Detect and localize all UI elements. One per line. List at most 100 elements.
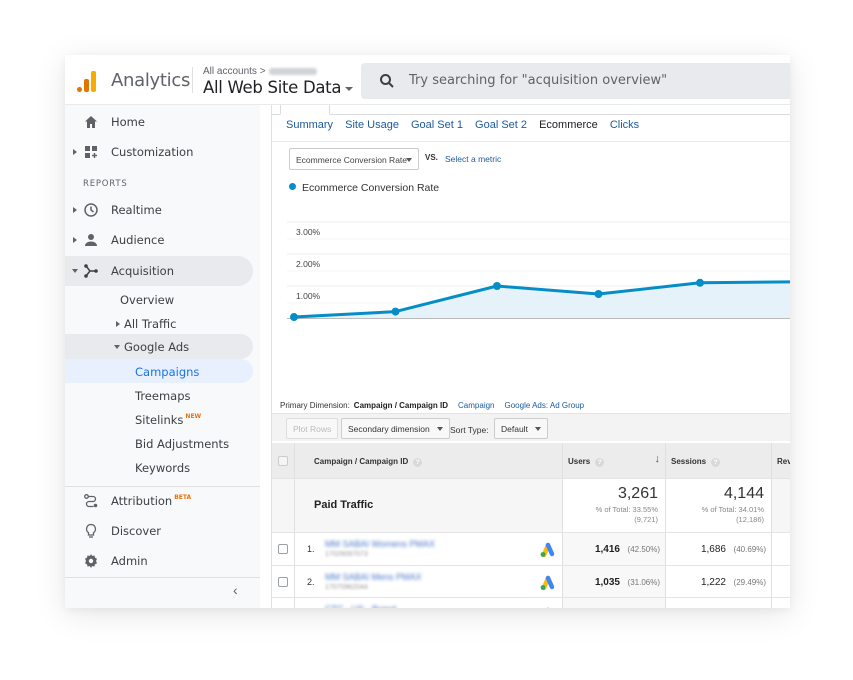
sidebar-item-label: Treemaps (135, 389, 191, 403)
sidebar-item-label: Attribution (111, 494, 173, 508)
metric-select[interactable]: Ecommerce Conversion Rate (289, 148, 419, 170)
campaign-link[interactable]: CTC - US - Brand (325, 604, 396, 608)
subtab-ecommerce[interactable]: Ecommerce (539, 119, 598, 131)
cell: 1,222 (29.49%) (666, 565, 772, 597)
help-icon[interactable]: ? (711, 458, 721, 467)
campaign-link[interactable]: MM SABAI Mens PMAX (325, 572, 422, 582)
summary-label: Paid Traffic (314, 499, 374, 511)
sidebar-item-attribution[interactable]: Attribution BETA (65, 486, 253, 516)
summary-users-sub: % of Total: 33.55% (9,721) (596, 505, 658, 525)
sidebar-item-realtime[interactable]: Realtime (65, 195, 253, 225)
explorer-tab[interactable] (280, 105, 330, 115)
search-input[interactable]: Try searching for "acquisition overview" (361, 63, 790, 99)
collapse-arrow-icon[interactable] (72, 269, 78, 273)
sidebar-item-label: Discover (111, 524, 162, 538)
collapse-sidebar-icon[interactable]: ‹ (233, 582, 238, 598)
sessions-count: 1,686 (700, 544, 726, 555)
users-pct: (42.50%) (627, 545, 660, 554)
gear-icon (85, 554, 97, 568)
column-label: Rev (777, 457, 790, 466)
summary-users-pct: % of Total: 33.55% (595, 505, 658, 514)
sidebar-item-label: Bid Adjustments (135, 437, 230, 451)
sidebar-item-campaigns[interactable]: Campaigns (65, 359, 253, 383)
sidebar-item-discover[interactable]: Discover (65, 516, 253, 546)
expand-arrow-icon[interactable] (73, 237, 77, 243)
select-all-checkbox[interactable] (278, 456, 288, 466)
sidebar-item-bid-adjustments[interactable]: Bid Adjustments (65, 431, 253, 455)
sessions-pct: (29.49%) (733, 577, 766, 587)
sidebar-item-label: Admin (111, 554, 148, 568)
sidebar-item-keywords[interactable]: Keywords (65, 455, 253, 479)
vs-label: VS. (425, 153, 438, 162)
cell: 4,144 % of Total: 34.01% (12,186) (666, 479, 772, 532)
dimension-link-campaign[interactable]: Campaign (458, 401, 494, 410)
expand-arrow-icon[interactable] (116, 321, 120, 327)
column-label: Sessions (671, 457, 707, 466)
y-tick-label: 1.00% (296, 291, 321, 301)
header-campaign[interactable]: Campaign / Campaign ID? (295, 443, 563, 478)
legend-label: Ecommerce Conversion Rate (302, 182, 440, 194)
sidebar-item-sitelinks[interactable]: Sitelinks NEW (65, 407, 253, 431)
lightbulb-icon (85, 523, 97, 538)
cell: 329(9.87%) (563, 598, 666, 608)
caret-down-icon (534, 427, 541, 431)
caret-down-icon (436, 427, 443, 431)
help-icon[interactable]: ? (413, 458, 423, 467)
select-metric-link[interactable]: Select a metric (445, 154, 501, 164)
sidebar-divider (65, 577, 260, 578)
sort-type-value: Default (501, 424, 528, 434)
row-index: 1. (307, 544, 315, 554)
secondary-dimension-label: Secondary dimension (348, 424, 430, 434)
cell: 1,416 (42.50%) (563, 533, 666, 565)
sort-descending-icon[interactable]: ↓ (655, 453, 661, 465)
header-revenue[interactable]: Rev (772, 443, 790, 478)
view-selector[interactable]: All Web Site Data (203, 78, 354, 97)
cell: 1,686 (40.69%) (666, 533, 772, 565)
row-checkbox[interactable] (278, 576, 288, 587)
subtab-summary[interactable]: Summary (286, 119, 333, 131)
line-chart: 3.00%2.00%1.00%...Jun 6Jun 7Jun 8Jun 9J (287, 221, 790, 322)
attribution-icon (84, 494, 98, 508)
collapse-arrow-icon[interactable] (114, 345, 120, 349)
sidebar-item-audience[interactable]: Audience (65, 225, 253, 255)
campaign-id: 17026097073 (325, 551, 368, 558)
summary-sessions-sub: % of Total: 34.01% (12,186) (702, 505, 764, 525)
sort-type-select[interactable]: Default (494, 418, 548, 439)
help-icon[interactable]: ? (595, 458, 605, 467)
expand-arrow-icon[interactable] (73, 149, 77, 155)
sidebar-item-home[interactable]: Home (65, 107, 253, 137)
subtab-goal-set-2[interactable]: Goal Set 2 (475, 119, 527, 131)
subtab-site-usage[interactable]: Site Usage (345, 119, 399, 131)
plot-rows-button[interactable]: Plot Rows (286, 418, 339, 439)
subtab-goal-set-1[interactable]: Goal Set 1 (411, 119, 463, 131)
campaign-id: 17070962044 (325, 583, 368, 591)
sidebar-item-google-ads[interactable]: Google Ads (65, 334, 253, 359)
sidebar-item-admin[interactable]: Admin (65, 546, 253, 576)
dimension-link-ad-group[interactable]: Google Ads: Ad Group (505, 401, 585, 410)
beta-badge: BETA (174, 494, 192, 501)
campaign-link[interactable]: MM SABAI Womens PMAX (325, 539, 435, 549)
secondary-dimension-select[interactable]: Secondary dimension (341, 418, 450, 439)
users-value: 1,416 (42.50%) (595, 544, 660, 555)
header-users[interactable]: Users? ↓ (563, 443, 666, 478)
analytics-logo-icon[interactable] (77, 70, 97, 92)
subtab-clicks[interactable]: Clicks (610, 119, 639, 131)
google-ads-icon (540, 575, 555, 590)
new-badge: NEW (185, 413, 202, 420)
breadcrumb[interactable]: All accounts > (203, 66, 317, 77)
header-sessions[interactable]: Sessions? (666, 443, 772, 478)
sidebar-item-customization[interactable]: Customization (65, 137, 253, 167)
data-point (391, 307, 400, 316)
analytics-window: Analytics All accounts > All Web Site Da… (65, 55, 790, 608)
sidebar-item-treemaps[interactable]: Treemaps (65, 383, 253, 407)
breadcrumb-text[interactable]: All accounts > (203, 66, 266, 77)
google-ads-icon (546, 607, 550, 608)
cell: 3.CTC - US - Brand12002768055 (295, 598, 563, 608)
search-placeholder: Try searching for "acquisition overview" (409, 73, 668, 88)
sidebar-item-acquisition[interactable]: Acquisition (65, 256, 253, 286)
cell: 3,261 % of Total: 33.55% (9,721) (563, 479, 666, 532)
row-checkbox[interactable] (278, 544, 288, 554)
sidebar-item-label: Sitelinks (135, 413, 184, 427)
expand-arrow-icon[interactable] (73, 207, 77, 213)
divider (272, 141, 790, 142)
